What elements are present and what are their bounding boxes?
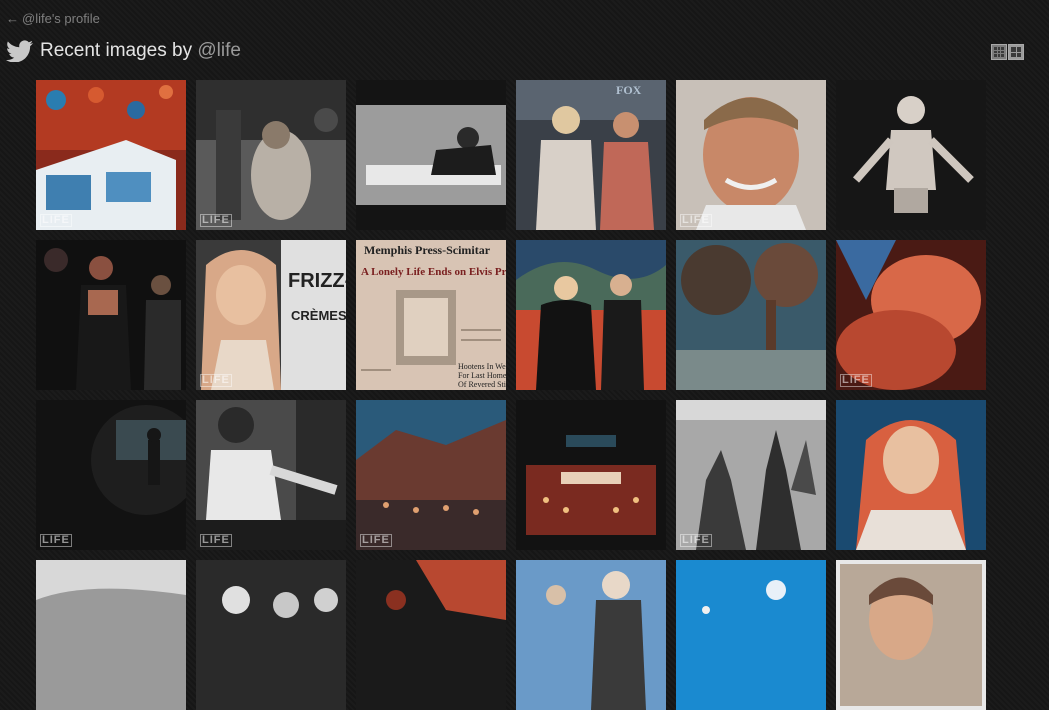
newspaper-headline: A Lonely Life Ends on Elvis Presley <box>361 266 506 278</box>
image-thumbnail[interactable]: LIFE <box>196 80 346 230</box>
newspaper-subhead: Hootens In Weld <box>458 362 506 371</box>
sign-text: CRÈMES <box>291 308 346 323</box>
twitter-bird-icon <box>6 40 33 62</box>
image-thumbnail[interactable]: LIFE <box>676 400 826 550</box>
newspaper-masthead: Memphis Press-Scimitar <box>364 243 491 257</box>
life-watermark: LIFE <box>40 534 72 547</box>
image-thumbnail[interactable]: LIFE <box>356 400 506 550</box>
life-watermark: LIFE <box>200 374 232 387</box>
back-to-profile-link[interactable]: ← @life's profile <box>6 11 100 26</box>
image-thumbnail[interactable] <box>676 240 826 390</box>
image-thumbnail[interactable] <box>356 80 506 230</box>
image-thumbnail[interactable]: LIFE <box>36 80 186 230</box>
image-thumbnail[interactable] <box>356 560 506 710</box>
back-arrow-icon: ← <box>6 11 19 26</box>
image-thumbnail[interactable]: FRIZZ- CRÈMES LIFE <box>196 240 346 390</box>
image-thumbnail[interactable]: LIFE <box>676 80 826 230</box>
view-toggle <box>991 44 1024 60</box>
newspaper-subhead: For Last Homeland <box>458 371 506 380</box>
life-watermark: LIFE <box>840 374 872 387</box>
small-grid-view-button[interactable] <box>991 44 1007 60</box>
page-title: Recent images by @life <box>40 40 241 61</box>
large-grid-view-button[interactable] <box>1008 44 1024 60</box>
image-thumbnail[interactable] <box>36 560 186 710</box>
image-thumbnail[interactable]: LIFE <box>196 400 346 550</box>
image-grid: LIFE LIFE FOX LIFE FRIZZ- CRÈMES LIFE Me… <box>36 80 986 710</box>
life-watermark: LIFE <box>360 534 392 547</box>
back-link-label: @life's profile <box>22 11 100 26</box>
image-thumbnail[interactable]: Memphis Press-Scimitar A Lonely Life End… <box>356 240 506 390</box>
life-watermark: LIFE <box>40 214 72 227</box>
life-watermark: LIFE <box>200 534 232 547</box>
life-watermark: LIFE <box>200 214 232 227</box>
image-thumbnail[interactable] <box>836 400 986 550</box>
life-watermark: LIFE <box>680 534 712 547</box>
image-thumbnail[interactable] <box>516 240 666 390</box>
image-thumbnail[interactable] <box>516 560 666 710</box>
profile-handle-link[interactable]: @life <box>197 40 241 61</box>
image-thumbnail[interactable] <box>676 560 826 710</box>
image-thumbnail[interactable]: LIFE <box>836 240 986 390</box>
image-thumbnail[interactable] <box>196 560 346 710</box>
image-thumbnail[interactable]: FOX <box>516 80 666 230</box>
fox-logo-text: FOX <box>616 83 642 97</box>
life-watermark: LIFE <box>680 214 712 227</box>
page-header: Recent images by @life <box>6 38 241 64</box>
image-thumbnail[interactable] <box>36 240 186 390</box>
sign-text: FRIZZ- <box>288 270 346 292</box>
image-thumbnail[interactable] <box>836 80 986 230</box>
image-thumbnail[interactable] <box>836 560 986 710</box>
image-thumbnail[interactable]: LIFE <box>36 400 186 550</box>
image-thumbnail[interactable] <box>516 400 666 550</box>
newspaper-subhead: Of Revered Sti <box>458 380 506 389</box>
